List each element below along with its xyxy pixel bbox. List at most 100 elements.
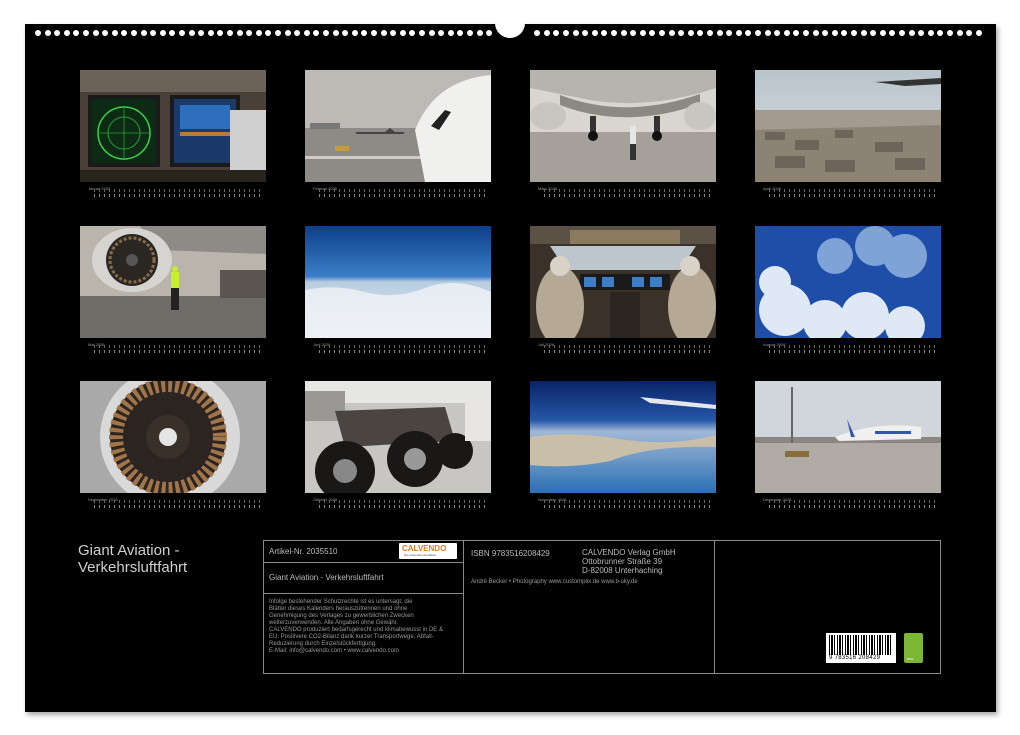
binding-hole (381, 30, 387, 36)
binding-hole (419, 30, 425, 36)
legal-line: Genehmigung des Verlages zu gewerblichen… (269, 613, 461, 620)
eco-badge: eco (904, 633, 923, 663)
binding-hole (93, 30, 99, 36)
legal-line: Infolge bestehender Schutzrechte ist es … (269, 599, 461, 606)
binding-hole (669, 30, 675, 36)
day-row (544, 189, 710, 199)
photo-jet-engine-worker (80, 226, 266, 338)
day-row (319, 500, 485, 510)
binding-hole (169, 30, 175, 36)
binding-hole (102, 30, 108, 36)
binding-hole (160, 30, 166, 36)
binding-hole (765, 30, 771, 36)
binding-hole (429, 30, 435, 36)
day-row (94, 500, 260, 510)
publisher-line: CALVENDO Verlag GmbH (582, 548, 676, 557)
binding-hole (957, 30, 963, 36)
month-thumbnail-march: März 2026 (530, 70, 716, 222)
binding-hole (304, 30, 310, 36)
imprint-column-middle: ISBN 9783516208429 CALVENDO Verlag GmbH … (464, 541, 715, 673)
binding-hole (467, 30, 473, 36)
binding-hole (486, 30, 492, 36)
photo-coastline-from-altitude (530, 381, 716, 493)
binding-hole (861, 30, 867, 36)
binding-hole (150, 30, 156, 36)
binding-hole (717, 30, 723, 36)
isbn-barcode: 9 783516 208429 (826, 633, 896, 663)
binding-hole (333, 30, 339, 36)
binding-hole (553, 30, 559, 36)
binding-hole (880, 30, 886, 36)
day-row (94, 189, 260, 199)
publisher-line: Ottobrunner Straße 39 (582, 557, 676, 566)
binding-hole (141, 30, 147, 36)
binding-hole (217, 30, 223, 36)
binding-hole (688, 30, 694, 36)
month-thumbnail-may: Mai 2026 (80, 226, 266, 378)
photo-cumulus-clouds (755, 226, 941, 338)
photo-above-clouds-blue-sky (305, 226, 491, 338)
binding-hole (803, 30, 809, 36)
binding-hole (390, 30, 396, 36)
binding-hole (937, 30, 943, 36)
binding-hole (774, 30, 780, 36)
photo-aircraft-nose-apron-fog (305, 70, 491, 182)
binding-hole (400, 30, 406, 36)
binding-hole (246, 30, 252, 36)
binding-hole (237, 30, 243, 36)
binding-hole (83, 30, 89, 36)
calendar-title: Giant Aviation - Verkehrsluftfahrt (78, 542, 187, 576)
imprint-column-left: Artikel-Nr. 2035510 CALVENDO Die Kalende… (264, 541, 464, 673)
photo-credit: André Becker • Photography www.custompli… (471, 579, 638, 586)
binding-hole (438, 30, 444, 36)
binding-hole (697, 30, 703, 36)
product-title: Giant Aviation - Verkehrsluftfahrt (269, 573, 384, 582)
photo-jumbo-jet-on-apron (755, 381, 941, 493)
photo-engine-fan-blades (80, 381, 266, 493)
binding-hole (352, 30, 358, 36)
binding-hole (563, 30, 569, 36)
calvendo-logo: CALVENDO Die Kalendermanufaktur (399, 543, 457, 559)
binding-hole (208, 30, 214, 36)
article-number: Artikel-Nr. 2035510 (269, 547, 337, 556)
binding-hole (966, 30, 972, 36)
day-row (544, 345, 710, 355)
binding-hole (544, 30, 550, 36)
photo-aircraft-underside-ground-crew (530, 70, 716, 182)
binding-hole (909, 30, 915, 36)
legal-line: CALVENDO produziert bedarfsgerecht und k… (269, 627, 461, 634)
binding-hole (726, 30, 732, 36)
binding-hole (457, 30, 463, 36)
legal-line: E-Mail: info@calvendo.com • www.calvendo… (269, 648, 461, 655)
month-thumbnail-june: Juni 2026 (305, 226, 491, 378)
binding-hole (342, 30, 348, 36)
barcode-number: 9 783516 208429 (829, 655, 880, 661)
binding-hole (285, 30, 291, 36)
binding-hole (832, 30, 838, 36)
binding-hole (534, 30, 540, 36)
month-thumbnail-december: Dezember 2026 (755, 381, 941, 533)
publisher-address: CALVENDO Verlag GmbH Ottobrunner Straße … (582, 548, 676, 575)
binding-hole (582, 30, 588, 36)
binding-hole (73, 30, 79, 36)
month-thumbnail-april: April 2026 (755, 70, 941, 222)
day-row (319, 345, 485, 355)
article-row: Artikel-Nr. 2035510 CALVENDO Die Kalende… (264, 541, 463, 563)
binding-hole (947, 30, 953, 36)
barcode-bars (829, 635, 893, 655)
binding-hole (611, 30, 617, 36)
month-thumbnail-february: Februar 2026 (305, 70, 491, 222)
binding-hole (822, 30, 828, 36)
binding-hole (323, 30, 329, 36)
binding-hole (448, 30, 454, 36)
binding-hole (313, 30, 319, 36)
binding-hole (870, 30, 876, 36)
binding-hole (179, 30, 185, 36)
binding-hole (918, 30, 924, 36)
binding-hole (601, 30, 607, 36)
binding-hole (678, 30, 684, 36)
eco-badge-label: eco (907, 656, 913, 661)
binding-hole (227, 30, 233, 36)
month-thumbnail-november: November 2026 (530, 381, 716, 533)
legal-notice: Infolge bestehender Schutzrechte ist es … (269, 599, 461, 655)
